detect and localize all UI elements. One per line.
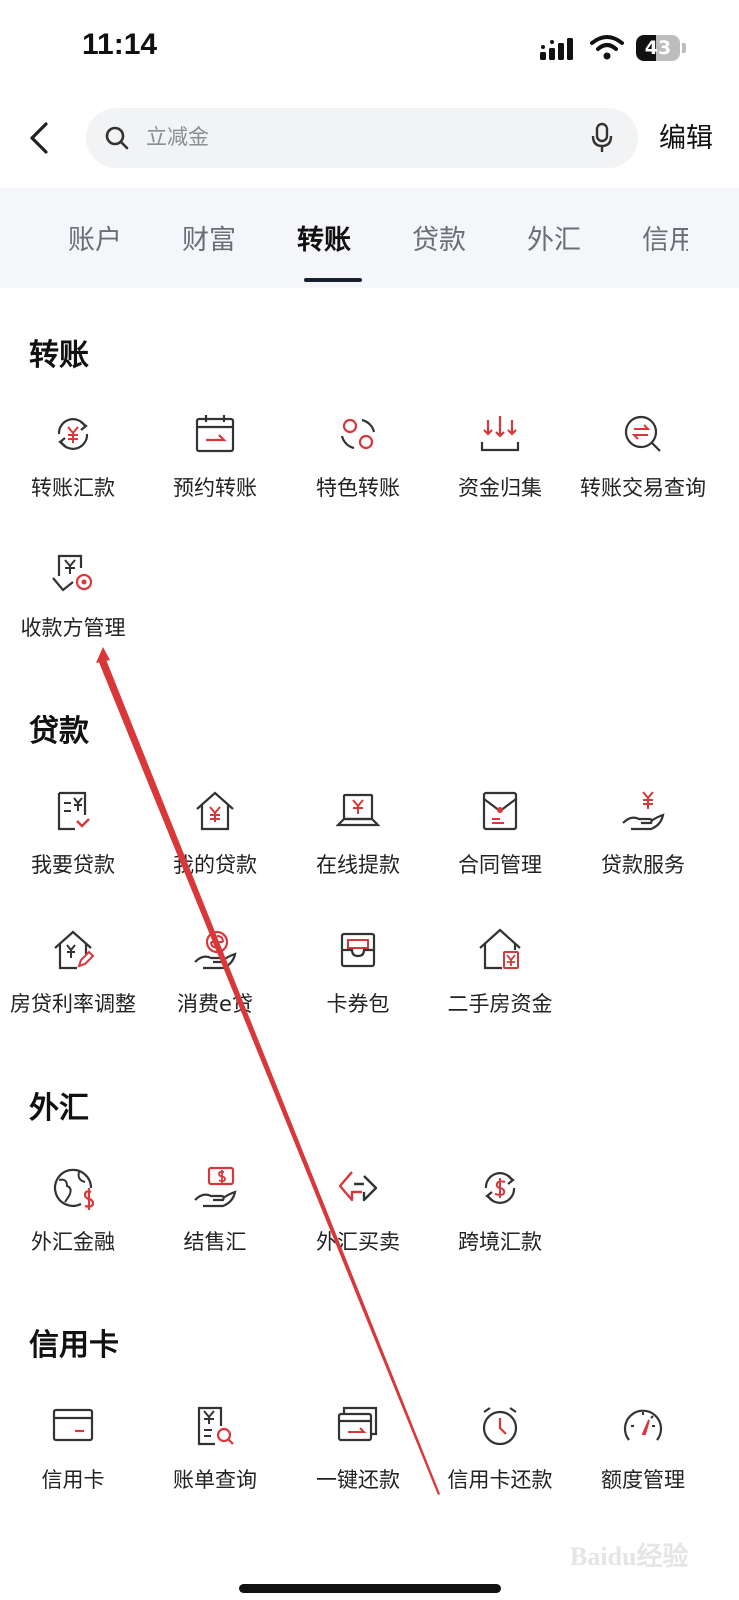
annotation-arrow [96, 647, 440, 1495]
home-indicator[interactable] [239, 1584, 501, 1593]
watermark: Baidu经验 [570, 1542, 689, 1571]
